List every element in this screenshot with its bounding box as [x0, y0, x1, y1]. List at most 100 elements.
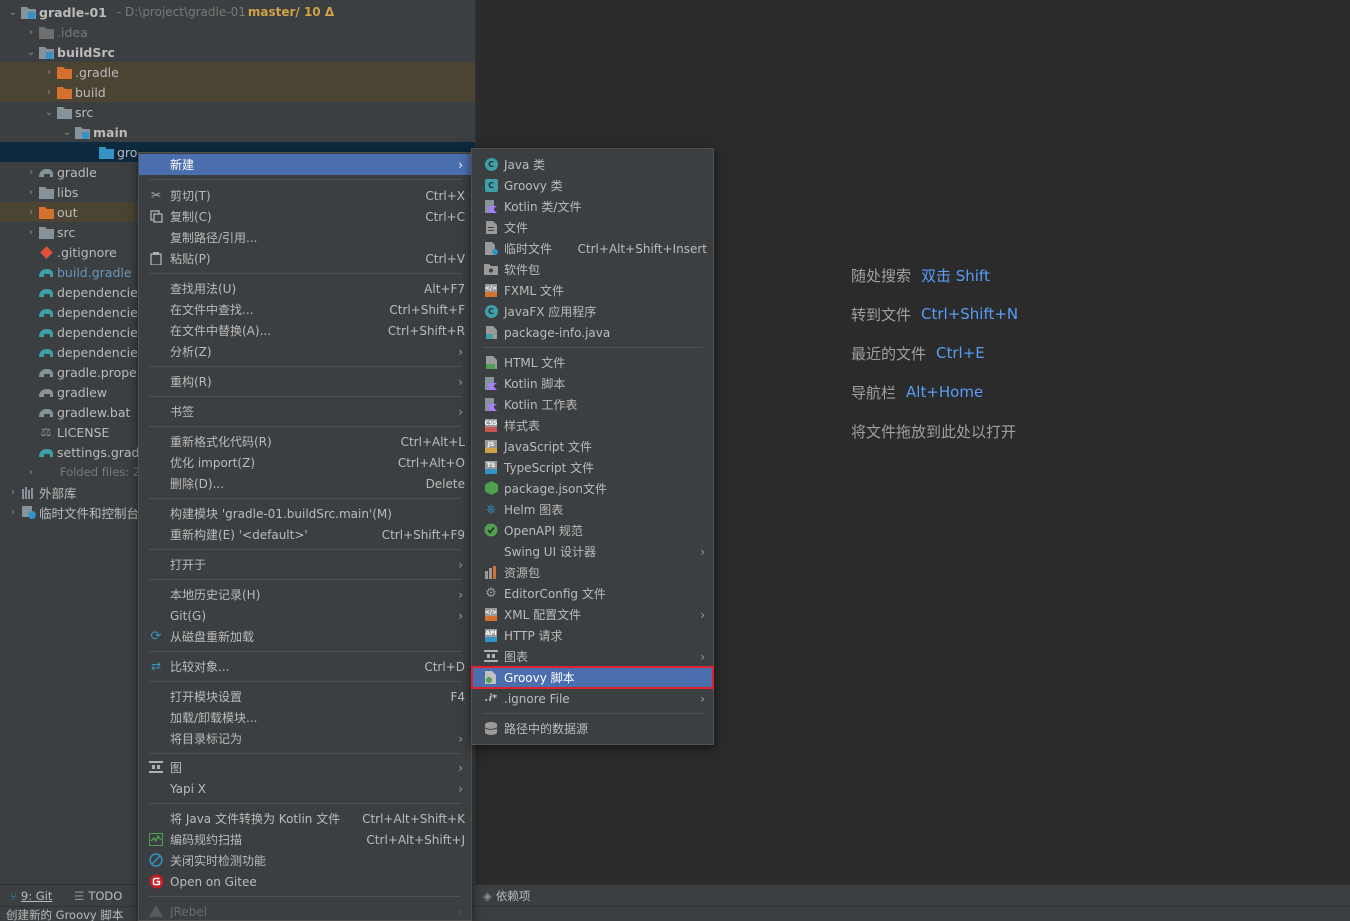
submenu-item-file[interactable]: 文件 — [472, 217, 713, 238]
submenu-item-scratch-file[interactable]: 临时文件 Ctrl+Alt+Shift+Insert — [472, 238, 713, 259]
submenu-item-stylesheet[interactable]: CSS 样式表 — [472, 415, 713, 436]
menu-item-mark-directory-as[interactable]: 将目录标记为 › — [139, 728, 471, 749]
submenu-item-resource-bundle[interactable]: 资源包 — [472, 562, 713, 583]
chevron-down-icon[interactable]: ⌄ — [60, 122, 74, 142]
chevron-right-icon[interactable]: › — [6, 502, 20, 522]
chevron-right-icon[interactable]: › — [6, 482, 20, 502]
menu-item-build-module[interactable]: 构建模块 'gradle-01.buildSrc.main'(M) — [139, 503, 471, 524]
menu-separator — [149, 753, 461, 754]
menu-item-copy-path[interactable]: 复制路径/引用... — [139, 227, 471, 248]
menu-item-cut[interactable]: ✂ 剪切(T) Ctrl+X — [139, 185, 471, 206]
menu-item-new[interactable]: 新建 › — [139, 154, 471, 175]
tree-item-build[interactable]: › build — [0, 82, 475, 102]
tool-tab-dependencies[interactable]: ◈ 依赖项 — [483, 885, 530, 907]
menu-item-diagrams[interactable]: 图 › — [139, 757, 471, 778]
submenu-item-groovy-class[interactable]: C Groovy 类 — [472, 175, 713, 196]
menu-item-optimize-imports[interactable]: 优化 import(Z) Ctrl+Alt+O — [139, 452, 471, 473]
submenu-item-editorconfig[interactable]: ⚙ EditorConfig 文件 — [472, 583, 713, 604]
menu-item-paste[interactable]: 粘贴(P) Ctrl+V — [139, 248, 471, 269]
chevron-right-icon[interactable]: › — [24, 462, 38, 482]
menu-separator — [149, 651, 461, 652]
tree-label: dependencie — [57, 304, 138, 320]
chevron-right-icon[interactable]: › — [24, 22, 38, 42]
chevron-down-icon[interactable]: ⌄ — [6, 2, 20, 22]
menu-item-delete[interactable]: 删除(D)... Delete — [139, 473, 471, 494]
menu-item-reformat-code[interactable]: 重新格式化代码(R) Ctrl+Alt+L — [139, 431, 471, 452]
menu-item-disable-realtime-check[interactable]: 关闭实时检测功能 — [139, 850, 471, 871]
menu-item-copy[interactable]: 复制(C) Ctrl+C — [139, 206, 471, 227]
menu-separator — [482, 713, 703, 714]
hint-label: 随处搜索 — [851, 266, 912, 285]
new-submenu: C Java 类 C Groovy 类 Kotlin 类/文件 文件 临时文件 Ctr… — [471, 148, 714, 745]
submenu-item-typescript-file[interactable]: TS TypeScript 文件 — [472, 457, 713, 478]
menu-item-module-settings[interactable]: 打开模块设置 F4 — [139, 686, 471, 707]
menu-item-compare-with[interactable]: ⇄ 比较对象... Ctrl+D — [139, 656, 471, 677]
submenu-item-java-class[interactable]: C Java 类 — [472, 154, 713, 175]
submenu-item-diagram[interactable]: 图表 › — [472, 646, 713, 667]
submenu-item-openapi-spec[interactable]: OpenAPI 规范 — [472, 520, 713, 541]
tool-tab-git[interactable]: ⑂ 9: Git — [10, 885, 52, 907]
chevron-right-icon[interactable]: › — [24, 182, 38, 202]
chevron-down-icon[interactable]: ⌄ — [24, 42, 38, 62]
submenu-item-javascript-file[interactable]: JS JavaScript 文件 — [472, 436, 713, 457]
menu-item-jrebel[interactable]: JRebel › — [139, 901, 471, 921]
menu-item-reload-from-disk[interactable]: ⟳ 从磁盘重新加载 — [139, 626, 471, 647]
tree-label: dependencie — [57, 344, 138, 360]
menu-item-replace-in-files[interactable]: 在文件中替换(A)... Ctrl+Shift+R — [139, 320, 471, 341]
chevron-right-icon: › — [700, 691, 705, 706]
context-menu: 新建 › ✂ 剪切(T) Ctrl+X 复制(C) Ctrl+C 复制路径/引用... … — [138, 152, 472, 921]
menu-item-find-in-files[interactable]: 在文件中查找... Ctrl+Shift+F — [139, 299, 471, 320]
tree-item-buildsrc[interactable]: ⌄ buildSrc — [0, 42, 475, 62]
menu-item-rebuild[interactable]: 重新构建(E) '<default>' Ctrl+Shift+F9 — [139, 524, 471, 545]
menu-item-bookmarks[interactable]: 书签 › — [139, 401, 471, 422]
chevron-right-icon: › — [458, 781, 463, 796]
tree-item-main[interactable]: ⌄ main — [0, 122, 475, 142]
tool-tab-todo[interactable]: ☰ TODO — [74, 885, 122, 907]
tree-label: main — [93, 124, 128, 140]
submenu-item-swing-ui-designer[interactable]: Swing UI 设计器 › — [472, 541, 713, 562]
submenu-item-package-info[interactable]: package-info.java — [472, 322, 713, 343]
submenu-item-package[interactable]: 软件包 — [472, 259, 713, 280]
chevron-right-icon[interactable]: › — [42, 62, 56, 82]
chevron-down-icon[interactable]: ⌄ — [42, 102, 56, 122]
submenu-item-package-json[interactable]: package.json文件 — [472, 478, 713, 499]
menu-item-find-usages[interactable]: 查找用法(U) Alt+F7 — [139, 278, 471, 299]
submenu-item-fxml-file[interactable]: </> FXML 文件 — [472, 280, 713, 301]
submenu-item-javafx-app[interactable]: C JavaFX 应用程序 — [472, 301, 713, 322]
submenu-item-kotlin-worksheet[interactable]: Kotlin 工作表 — [472, 394, 713, 415]
menu-item-analyze[interactable]: 分析(Z) › — [139, 341, 471, 362]
chevron-right-icon[interactable]: › — [24, 162, 38, 182]
menu-item-refactor[interactable]: 重构(R) › — [139, 371, 471, 392]
menu-item-load-unload-modules[interactable]: 加载/卸载模块... — [139, 707, 471, 728]
submenu-item-groovy-script[interactable]: Groovy 脚本 — [471, 666, 714, 689]
tree-root[interactable]: ⌄ gradle-01 - D:\project\gradle-01 maste… — [0, 2, 475, 22]
chevron-right-icon[interactable]: › — [42, 82, 56, 102]
hint-label: 最近的文件 — [851, 344, 927, 363]
menu-label: package-info.java — [504, 325, 611, 340]
submenu-item-xml-config[interactable]: </> XML 配置文件 › — [472, 604, 713, 625]
menu-separator — [149, 179, 461, 180]
submenu-item-data-source-in-path[interactable]: 路径中的数据源 — [472, 718, 713, 739]
menu-item-code-scan[interactable]: 编码规约扫描 Ctrl+Alt+Shift+J — [139, 829, 471, 850]
menu-label: 复制(C) — [170, 210, 212, 224]
menu-item-open-in[interactable]: 打开于 › — [139, 554, 471, 575]
menu-item-git[interactable]: Git(G) › — [139, 605, 471, 626]
tree-item-src[interactable]: ⌄ src — [0, 102, 475, 122]
submenu-item-http-request[interactable]: API HTTP 请求 — [472, 625, 713, 646]
tree-item-idea[interactable]: › .idea — [0, 22, 475, 42]
submenu-item-helm-chart[interactable]: ⎈ Helm 图表 — [472, 499, 713, 520]
chevron-right-icon[interactable]: › — [24, 202, 38, 222]
menu-shortcut: Alt+F7 — [424, 281, 465, 296]
submenu-item-kotlin-script[interactable]: Kotlin 脚本 — [472, 373, 713, 394]
submenu-item-html-file[interactable]: HTML 文件 — [472, 352, 713, 373]
tree-item-dot-gradle[interactable]: › .gradle — [0, 62, 475, 82]
submenu-item-kotlin-class[interactable]: Kotlin 类/文件 — [472, 196, 713, 217]
menu-item-yapi-x[interactable]: Yapi X › — [139, 778, 471, 799]
menu-item-local-history[interactable]: 本地历史记录(H) › — [139, 584, 471, 605]
java-file-icon — [484, 325, 498, 339]
chevron-right-icon[interactable]: › — [24, 222, 38, 242]
menu-item-convert-java-to-kotlin[interactable]: 将 Java 文件转换为 Kotlin 文件 Ctrl+Alt+Shift+K — [139, 808, 471, 829]
tree-label: gro — [117, 144, 138, 160]
menu-item-open-on-gitee[interactable]: Open on Gitee — [139, 871, 471, 892]
submenu-item-ignore-file[interactable]: .i* .ignore File › — [472, 688, 713, 709]
